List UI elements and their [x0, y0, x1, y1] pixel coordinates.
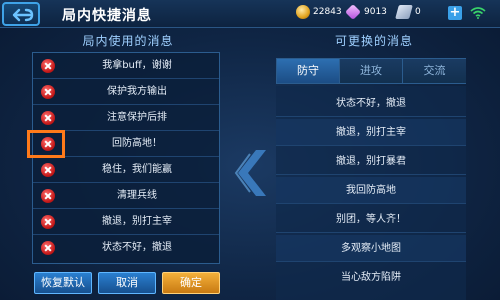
list-item[interactable]: 清理兵线	[33, 183, 219, 209]
in-game-message-list: 我拿buff，谢谢 保护我方输出 注意保护后排 回防高地！ 稳住，我们能赢 清理…	[32, 52, 220, 264]
tab-attack[interactable]: 进攻	[340, 59, 403, 83]
delete-icon[interactable]	[41, 85, 55, 99]
add-currency-button[interactable]: +	[448, 6, 462, 20]
cancel-button[interactable]: 取消	[98, 272, 156, 294]
list-item[interactable]: 注意保护后排	[33, 105, 219, 131]
top-bar: 局内快捷消息 22843 9013 0 +	[0, 0, 500, 28]
highlight-box	[27, 130, 65, 158]
delete-icon[interactable]	[41, 189, 55, 203]
coin-count: 22843	[313, 7, 342, 17]
category-tabs: 防守 进攻 交流	[276, 58, 466, 84]
chevron-left-icon	[234, 150, 266, 196]
gem-icon	[345, 4, 361, 20]
back-arrow-icon	[12, 8, 34, 22]
ticket-icon	[395, 5, 413, 19]
list-item[interactable]: 多观察小地图	[276, 235, 466, 262]
page-title: 局内快捷消息	[62, 8, 152, 24]
message-text: 状态不好，撤退	[102, 242, 172, 253]
message-text: 清理兵线	[117, 190, 157, 201]
list-item[interactable]: 状态不好，撤退	[33, 235, 219, 261]
available-message-list: 状态不好，撤退 撤退，别打主宰 撤退，别打暴君 我回防高地 别团，等人齐！ 多观…	[276, 86, 466, 300]
message-text: 保护我方输出	[107, 86, 167, 97]
delete-icon[interactable]	[41, 111, 55, 125]
delete-icon[interactable]	[41, 241, 55, 255]
list-item[interactable]: 我回防高地	[276, 177, 466, 204]
confirm-button[interactable]: 确定	[162, 272, 220, 294]
ticket-count: 0	[415, 7, 421, 17]
list-item[interactable]: 撤退，别打主宰	[276, 119, 466, 146]
list-item[interactable]: 别团，等人齐！	[276, 206, 466, 233]
list-item[interactable]: 撤退，别打主宰	[33, 209, 219, 235]
coin-icon	[296, 5, 310, 19]
gem-count: 9013	[364, 7, 387, 17]
message-text: 撤退，别打主宰	[102, 216, 172, 227]
message-text: 我拿buff，谢谢	[102, 60, 172, 71]
delete-icon[interactable]	[41, 59, 55, 73]
list-item[interactable]: 保护我方输出	[33, 79, 219, 105]
left-panel-title: 局内使用的消息	[82, 34, 174, 48]
tab-communicate[interactable]: 交流	[403, 59, 466, 83]
tab-defense[interactable]: 防守	[277, 59, 340, 83]
back-button[interactable]	[2, 2, 40, 26]
list-item[interactable]: 稳住，我们能赢	[33, 157, 219, 183]
reset-default-button[interactable]: 恢复默认	[34, 272, 92, 294]
message-text: 回防高地！	[112, 138, 162, 149]
wifi-icon	[470, 7, 486, 19]
message-text: 注意保护后排	[107, 112, 167, 123]
message-text: 稳住，我们能赢	[102, 164, 172, 175]
delete-icon[interactable]	[41, 163, 55, 177]
list-item[interactable]: 状态不好，撤退	[276, 90, 466, 117]
list-item[interactable]: 撤退，别打暴君	[276, 148, 466, 175]
list-item[interactable]: 当心敌方陷阱	[276, 264, 466, 291]
delete-icon[interactable]	[41, 215, 55, 229]
right-panel-title: 可更换的消息	[334, 34, 413, 48]
list-item[interactable]: 我拿buff，谢谢	[33, 53, 219, 79]
